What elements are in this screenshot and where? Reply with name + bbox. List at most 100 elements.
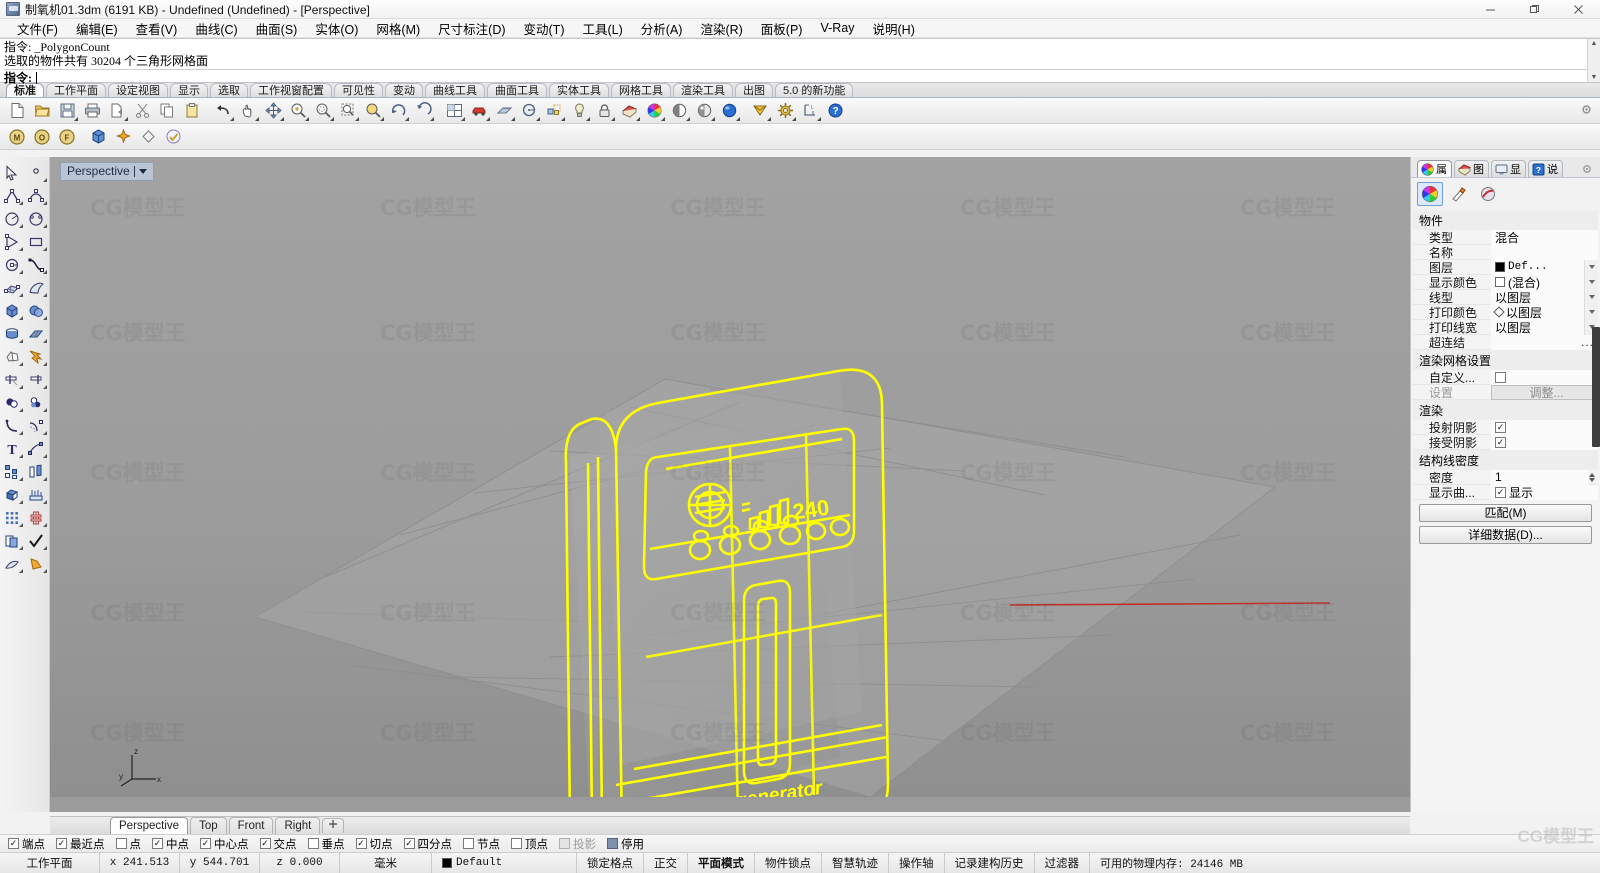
boolean-intersect-icon[interactable] [24,391,48,414]
status-filter[interactable]: 过滤器 [1035,853,1090,873]
polyline-icon[interactable] [0,184,24,207]
undo-dropdown-corner[interactable] [230,117,234,121]
value-custom-mesh[interactable] [1491,369,1598,385]
blend-curve-icon[interactable] [24,253,48,276]
light-dropdown-corner[interactable] [586,117,590,121]
osnap-point-checkbox[interactable] [115,838,127,849]
rotate-view-dropdown-corner[interactable] [405,117,409,121]
boolean-difference-icon[interactable] [0,391,24,414]
zoom-extents-icon[interactable] [311,99,335,122]
tab-solid-tools[interactable]: 实体工具 [549,83,609,97]
arc-dropdown-corner[interactable] [19,224,23,228]
value-name-input[interactable] [1491,244,1598,260]
osnap-knot[interactable]: 节点 [463,836,500,852]
osnap-perpendicular-checkbox[interactable] [307,838,319,849]
command-scrollbar[interactable]: ▲ ▼ [1587,39,1600,82]
menu-dimension[interactable]: 尺寸标注(D) [429,18,514,39]
array-dropdown-corner[interactable] [19,477,23,481]
rendered-dropdown-corner[interactable] [711,117,715,121]
osnap-mid[interactable]: ✓ 中点 [152,836,189,852]
trim-icon[interactable] [0,368,24,391]
extract-surface-icon[interactable] [24,483,48,506]
box-dropdown-corner[interactable] [19,316,23,320]
object-properties-icon[interactable] [542,99,566,122]
text-tool-icon[interactable]: T [0,437,24,460]
color-wheel-icon[interactable] [642,99,666,122]
cast-shadows-checkbox[interactable]: ✓ [1495,421,1506,433]
object-properties-mode-icon[interactable] [1417,182,1443,206]
viewport-tab-front[interactable]: Front [228,817,274,834]
render-preview-dropdown-corner[interactable] [767,117,771,121]
osnap-vertex-checkbox[interactable] [511,838,522,849]
tab-mesh-tools[interactable]: 网格工具 [611,83,671,97]
render-settings-gear-icon[interactable] [773,99,797,122]
density-decrement-icon[interactable] [1589,477,1595,482]
value-linetype[interactable]: 以图层 [1491,289,1584,305]
object-properties-dropdown-corner[interactable] [561,117,565,121]
explode-dropdown-corner[interactable] [43,362,47,366]
status-record-history[interactable]: 记录建构历史 [945,853,1035,873]
render-sphere-icon[interactable] [717,99,741,122]
details-button[interactable]: 详细数据(D)... [1419,526,1592,544]
fillet-curve-icon[interactable] [0,414,24,437]
tab-cplane[interactable]: 工作平面 [46,83,106,97]
save-dropdown-corner[interactable] [74,117,78,121]
osnap-project[interactable]: 投影 [559,836,596,852]
copy-object-icon[interactable] [0,529,24,552]
ellipse-icon[interactable] [24,207,48,230]
tab-viewport-layout[interactable]: 工作视窗配置 [250,83,332,97]
box-icon[interactable] [0,299,24,322]
cut-icon[interactable] [130,99,154,122]
mesh-plane-icon[interactable] [24,322,48,345]
tab-curve-tools[interactable]: 曲线工具 [425,83,485,97]
cplane-icon[interactable] [492,99,516,122]
bool-int-dropdown-corner[interactable] [43,408,47,412]
value-print-color[interactable]: 以图层 [1491,304,1584,320]
render-sphere-dropdown-corner[interactable] [736,117,740,121]
boolean-dropdown-corner[interactable] [19,362,23,366]
zoom-selected-dropdown-corner[interactable] [380,117,384,121]
osnap-quadrant[interactable]: ✓ 四分点 [403,836,452,852]
vray-material-editor-icon[interactable]: M [5,125,29,148]
control-points-on-icon[interactable] [24,437,48,460]
panel-options-gear-icon[interactable] [1580,162,1594,179]
vray-render-check-icon[interactable] [161,125,185,148]
circle-tool-icon[interactable] [517,99,541,122]
tab-help[interactable]: ? 说 [1528,160,1563,177]
polyline-dropdown-corner[interactable] [19,201,23,205]
text-dropdown-corner[interactable] [19,454,23,458]
receive-shadows-checkbox[interactable]: ✓ [1495,436,1506,448]
menu-transform[interactable]: 变动(T) [515,18,574,39]
paste-icon[interactable] [180,99,204,122]
perspective-viewport[interactable]: Oxygenerator 240 CG模型王 CG模型王 CG模型王 CG模型王… [50,157,1410,812]
tab-drafting[interactable]: 出图 [735,83,773,97]
density-increment-icon[interactable] [1589,472,1595,477]
row-mesh-settings[interactable]: 设置 调整... [1413,384,1598,400]
cylinder-icon[interactable] [0,322,24,345]
menu-panels[interactable]: 面板(P) [752,18,812,39]
export-icon[interactable] [105,99,129,122]
tab-properties[interactable]: 属 [1417,160,1452,177]
tab-display[interactable]: 显 [1491,160,1526,177]
menu-vray[interactable]: V-Ray [811,20,863,36]
menu-view[interactable]: 查看(V) [127,18,187,39]
chevron-down-icon[interactable] [138,168,147,174]
print-icon[interactable] [80,99,104,122]
command-prompt-row[interactable]: 指令: [4,69,1598,85]
menu-help[interactable]: 说明(H) [864,18,924,39]
status-grid-snap[interactable]: 锁定格点 [577,853,644,873]
save-file-icon[interactable] [55,99,79,122]
confirm-dropdown-corner[interactable] [43,546,47,550]
status-gumball[interactable]: 操作轴 [889,853,945,873]
mirror-dropdown-corner[interactable] [43,477,47,481]
vray-plane-icon[interactable] [136,125,160,148]
mirror-icon[interactable] [24,460,48,483]
dimension-icon[interactable]: L [798,99,822,122]
vray-light-icon[interactable] [111,125,135,148]
osnap-tangent-checkbox[interactable]: ✓ [355,838,367,849]
zoom-window-icon[interactable] [336,99,360,122]
curve-control-points-icon[interactable] [24,184,48,207]
osnap-disable-checkbox[interactable] [607,838,618,849]
osnap-intersection[interactable]: ✓ 交点 [259,836,297,852]
render-mesh-dropdown-corner[interactable] [43,569,47,573]
